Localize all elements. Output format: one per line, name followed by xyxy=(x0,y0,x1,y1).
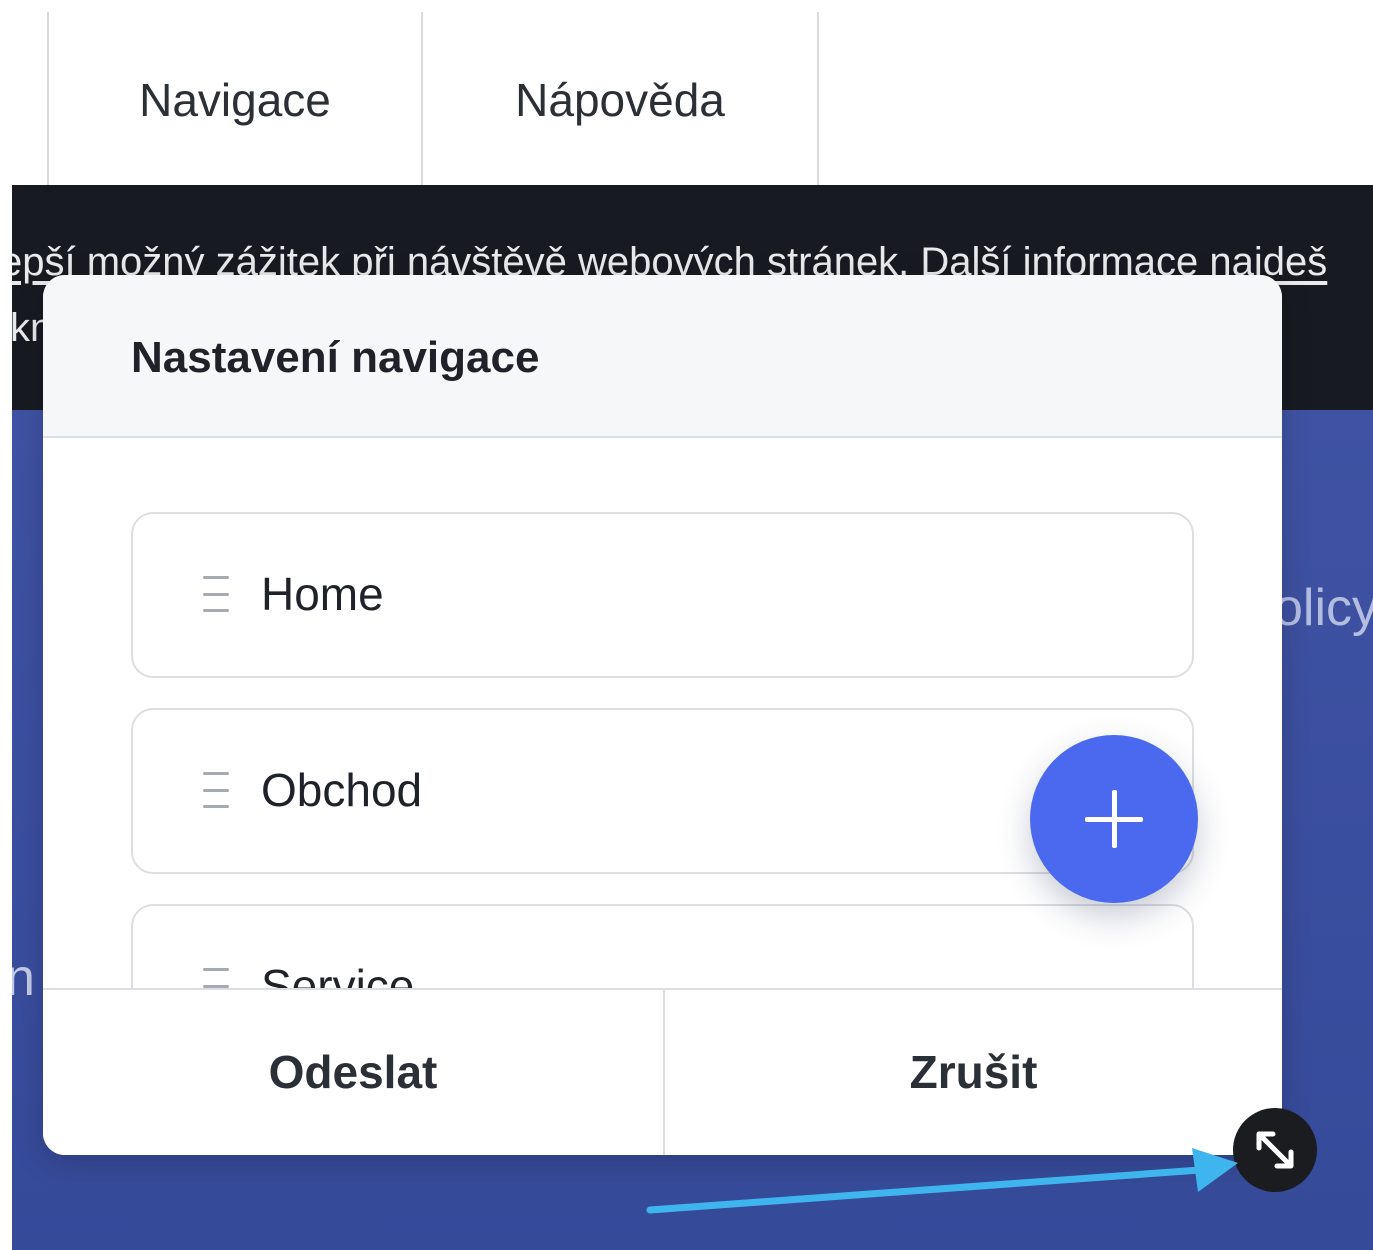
dialog-footer: Odeslat Zrušit xyxy=(43,988,1282,1155)
navigation-settings-dialog: Nastavení navigace Home Obchod Service O… xyxy=(43,275,1282,1155)
nav-item-label: Home xyxy=(261,568,384,620)
tab-napoveda[interactable]: Nápověda xyxy=(423,60,817,140)
hero-text-fragment: olicy xyxy=(1274,579,1373,637)
dialog-title: Nastavení navigace xyxy=(131,333,540,382)
top-navigation: Navigace Nápověda xyxy=(0,0,1373,185)
resize-diagonal-icon xyxy=(1256,1131,1294,1169)
plus-icon-vertical xyxy=(1112,790,1117,848)
drag-handle-icon[interactable] xyxy=(203,576,229,612)
nav-list-item-home[interactable]: Home xyxy=(131,512,1194,678)
submit-button[interactable]: Odeslat xyxy=(43,990,663,1155)
app-screen: Navigace Nápověda epší možný zážitek při… xyxy=(0,0,1373,1250)
hero-text-fragment: n xyxy=(12,949,35,1007)
nav-item-label: Service xyxy=(261,960,415,988)
add-item-button[interactable] xyxy=(1030,735,1198,903)
drag-handle-icon[interactable] xyxy=(203,772,229,808)
resize-handle[interactable] xyxy=(1233,1108,1317,1192)
nav-item-label: Obchod xyxy=(261,764,423,816)
dialog-header: Nastavení navigace xyxy=(43,275,1282,438)
drag-handle-icon[interactable] xyxy=(203,968,229,988)
cancel-button[interactable]: Zrušit xyxy=(665,990,1282,1155)
tab-divider xyxy=(817,12,819,185)
nav-list-item-service[interactable]: Service xyxy=(131,904,1194,988)
tab-navigace[interactable]: Navigace xyxy=(48,60,422,140)
dialog-body[interactable]: Home Obchod Service xyxy=(43,440,1282,988)
